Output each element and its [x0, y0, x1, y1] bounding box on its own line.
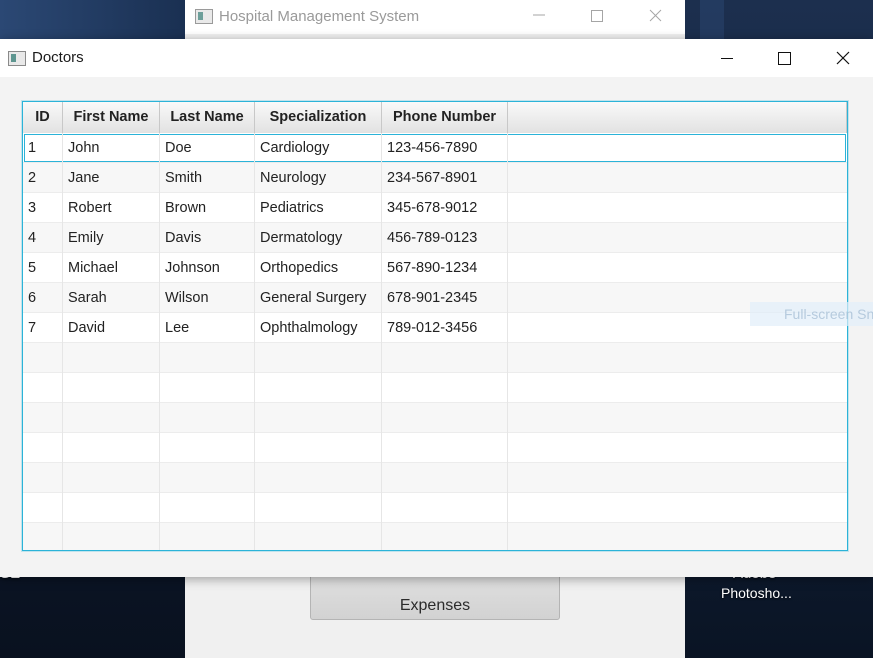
maximize-icon — [778, 52, 791, 65]
close-icon — [836, 51, 850, 65]
cell-phone-number: 567-890-1234 — [387, 260, 478, 276]
doctors-table[interactable]: ID First Name Last Name Specialization Phone… — [22, 101, 848, 551]
table-row[interactable]: 2 Jane Smith Neurology 234-567-8901 — [23, 163, 847, 193]
cell-specialization: Neurology — [260, 170, 327, 186]
cell-first-name: Sarah — [68, 290, 107, 306]
app-icon — [195, 9, 213, 24]
cell-phone-number: 456-789-0123 — [387, 230, 478, 246]
main-window-title: Hospital Management System — [219, 8, 420, 25]
cell-phone-number: 345-678-9012 — [387, 200, 478, 216]
cell-last-name: Brown — [165, 200, 207, 216]
main-titlebar: Hospital Management System — [185, 0, 685, 34]
cell-last-name: Doe — [165, 140, 192, 156]
cell-id: 2 — [28, 170, 37, 186]
screen-snip-toast[interactable]: Full-screen Sn — [750, 302, 873, 326]
header-col-first-name[interactable]: First Name — [63, 102, 160, 133]
cell-first-name: Robert — [68, 200, 112, 216]
header-col-phone-number[interactable]: Phone Number — [382, 102, 508, 133]
doctors-dialog: Doctors ID First Name Last Name Specializat… — [0, 39, 873, 577]
minimize-icon — [721, 58, 733, 59]
cell-first-name: John — [68, 140, 100, 156]
close-icon — [649, 9, 662, 22]
cell-specialization: Cardiology — [260, 140, 330, 156]
dialog-title: Doctors — [32, 49, 84, 66]
cell-phone-number: 123-456-7890 — [387, 140, 478, 156]
header-col-last-name[interactable]: Last Name — [160, 102, 255, 133]
cell-specialization: Ophthalmology — [260, 320, 358, 336]
cell-first-name: Jane — [68, 170, 100, 186]
desktop-band-right — [700, 0, 724, 40]
desktop-band — [0, 0, 185, 40]
cell-last-name: Davis — [165, 230, 202, 246]
empty-table-row[interactable] — [23, 463, 847, 493]
cell-id: 6 — [28, 290, 37, 306]
empty-table-row[interactable] — [23, 343, 847, 373]
header-col-specialization[interactable]: Specialization — [255, 102, 382, 133]
table-row[interactable]: 7 David Lee Ophthalmology 789-012-3456 — [23, 313, 847, 343]
column-divider — [159, 133, 160, 550]
table-row[interactable]: 1 John Doe Cardiology 123-456-7890 — [23, 133, 847, 163]
cell-first-name: Emily — [68, 230, 104, 246]
column-divider — [254, 133, 255, 550]
cell-phone-number: 789-012-3456 — [387, 320, 478, 336]
cell-id: 4 — [28, 230, 37, 246]
minimize-icon — [533, 14, 545, 16]
table-row[interactable]: 6 Sarah Wilson General Surgery 678-901-2345 — [23, 283, 847, 313]
cell-id: 7 — [28, 320, 37, 336]
table-header: ID First Name Last Name Specialization Phone… — [23, 102, 847, 134]
desktop-icon-label-photoshop[interactable]: Photosho... — [721, 585, 792, 601]
header-col-id[interactable]: ID — [23, 102, 63, 133]
table-row[interactable]: 4 Emily Davis Dermatology 456-789-0123 — [23, 223, 847, 253]
maximize-icon — [591, 10, 603, 22]
cell-last-name: Smith — [165, 170, 203, 186]
table-row[interactable]: 3 Robert Brown Pediatrics 345-678-9012 — [23, 193, 847, 223]
dialog-titlebar[interactable]: Doctors — [0, 39, 873, 77]
main-minimize-button[interactable] — [515, 0, 561, 34]
empty-table-row[interactable] — [23, 403, 847, 433]
empty-table-row[interactable] — [23, 493, 847, 523]
cell-last-name: Lee — [165, 320, 190, 336]
empty-table-row[interactable] — [23, 523, 847, 550]
cell-specialization: General Surgery — [260, 290, 367, 306]
cell-specialization: Pediatrics — [260, 200, 324, 216]
cell-id: 1 — [28, 140, 37, 156]
cell-phone-number: 678-901-2345 — [387, 290, 478, 306]
cell-last-name: Wilson — [165, 290, 209, 306]
cell-specialization: Orthopedics — [260, 260, 339, 276]
cell-id: 5 — [28, 260, 37, 276]
dialog-maximize-button[interactable] — [755, 39, 813, 77]
dialog-minimize-button[interactable] — [697, 39, 755, 77]
column-divider — [381, 133, 382, 550]
app-icon — [8, 51, 26, 66]
empty-table-row[interactable] — [23, 433, 847, 463]
table-row[interactable]: 5 Michael Johnson Orthopedics 567-890-1234 — [23, 253, 847, 283]
cell-id: 3 — [28, 200, 37, 216]
column-divider — [62, 133, 63, 550]
cell-first-name: Michael — [68, 260, 118, 276]
cell-first-name: David — [68, 320, 106, 336]
main-close-button[interactable] — [632, 0, 678, 34]
cell-phone-number: 234-567-8901 — [387, 170, 478, 186]
column-divider — [507, 133, 508, 550]
empty-table-row[interactable] — [23, 373, 847, 403]
cell-specialization: Dermatology — [260, 230, 343, 246]
header-col-filler[interactable] — [508, 102, 847, 133]
dialog-close-button[interactable] — [815, 39, 873, 77]
main-maximize-button[interactable] — [573, 0, 619, 34]
cell-last-name: Johnson — [165, 260, 220, 276]
